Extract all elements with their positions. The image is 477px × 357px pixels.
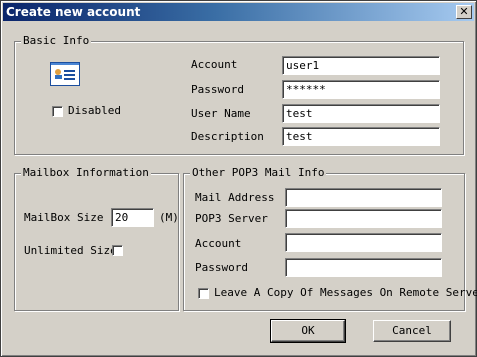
close-icon: ✕	[459, 5, 469, 18]
basic-info-legend: Basic Info	[21, 34, 92, 48]
description-label: Description	[191, 130, 264, 143]
leave-copy-checkbox[interactable]	[198, 288, 209, 299]
mailbox-info-legend: Mailbox Information	[21, 166, 151, 180]
close-button[interactable]: ✕	[456, 5, 472, 19]
pop3-password-label: Password	[195, 261, 248, 274]
account-label: Account	[191, 58, 238, 71]
description-field[interactable]	[282, 127, 440, 146]
username-field[interactable]	[282, 104, 440, 123]
disabled-checkbox[interactable]	[52, 106, 63, 117]
mailbox-info-group: Mailbox Information MailBox Size (M) Unl…	[14, 166, 179, 311]
username-label: User Name	[191, 107, 251, 120]
create-account-dialog: Create new account ✕ Basic Info Disabled…	[0, 0, 477, 357]
pop3-server-label: POP3 Server	[195, 212, 268, 225]
mailbox-size-unit: (M)	[159, 211, 179, 224]
mailbox-size-field[interactable]	[111, 208, 154, 227]
pop3-account-field[interactable]	[285, 233, 442, 252]
password-field[interactable]	[282, 80, 440, 99]
disabled-label: Disabled	[68, 104, 121, 117]
unlimited-size-checkbox[interactable]	[112, 245, 123, 256]
account-field[interactable]	[282, 56, 440, 75]
pop3-password-field[interactable]	[285, 258, 442, 277]
title-bar[interactable]: Create new account ✕	[3, 3, 474, 21]
pop3-info-group: Other POP3 Mail Info Mail Address POP3 S…	[183, 166, 477, 311]
window-title: Create new account	[6, 5, 141, 19]
unlimited-size-label: Unlimited Size	[24, 244, 117, 257]
basic-info-group: Basic Info Disabled Account Password Use…	[14, 34, 464, 155]
pop3-account-label: Account	[195, 237, 242, 250]
cancel-button[interactable]: Cancel	[373, 320, 451, 342]
ok-button[interactable]: OK	[270, 319, 346, 343]
pop3-server-field[interactable]	[285, 209, 442, 228]
password-label: Password	[191, 83, 244, 96]
leave-copy-label: Leave A Copy Of Messages On Remote Serve…	[214, 286, 477, 299]
pop3-info-legend: Other POP3 Mail Info	[190, 166, 327, 180]
mailbox-size-label: MailBox Size	[24, 211, 104, 224]
mail-address-field[interactable]	[285, 188, 442, 207]
account-card-icon	[50, 62, 80, 86]
mail-address-label: Mail Address	[195, 191, 275, 204]
